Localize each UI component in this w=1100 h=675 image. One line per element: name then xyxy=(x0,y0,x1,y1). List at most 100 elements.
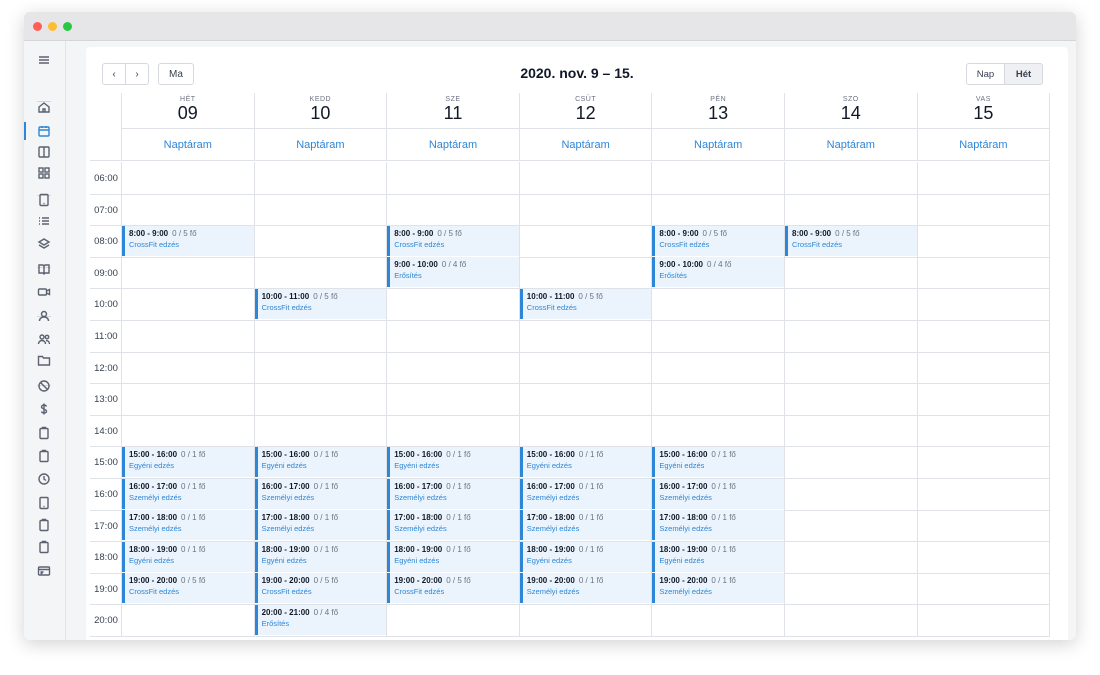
calendar-event[interactable]: 18:00 - 19:00 0 / 1 fő Egyéni edzés xyxy=(122,541,254,572)
event-name: Személyi edzés xyxy=(394,492,447,502)
columns-icon[interactable] xyxy=(37,145,51,159)
event-time: 16:00 - 17:00 xyxy=(261,481,310,491)
tablet-icon[interactable] xyxy=(37,496,51,510)
hour-label: 15:00 xyxy=(94,457,118,469)
day-header: CSÜT 12 xyxy=(519,93,653,129)
event-time: 8:00 - 9:00 xyxy=(792,228,832,238)
event-capacity: 0 / 5 fő xyxy=(181,576,206,586)
event-capacity: 0 / 5 fő xyxy=(446,576,471,586)
calendar-event[interactable]: 10:00 - 11:00 0 / 5 fő CrossFit edzés xyxy=(254,288,387,319)
event-name: Egyéni edzés xyxy=(261,460,307,470)
event-name: Személyi edzés xyxy=(261,524,315,534)
calendar-event[interactable]: 18:00 - 19:00 0 / 1 fő Egyéni edzés xyxy=(519,541,652,572)
event-capacity: 0 / 5 fő xyxy=(313,576,339,586)
event-name: Egyéni edzés xyxy=(526,460,572,470)
day-view-button[interactable]: Nap xyxy=(966,63,1005,85)
minimize-window-button[interactable] xyxy=(48,22,57,31)
maximize-window-button[interactable] xyxy=(63,22,72,31)
timetable-link[interactable]: Naptáram xyxy=(917,129,1051,161)
calendar-event[interactable]: 8:00 - 9:00 0 / 5 fő CrossFit edzés xyxy=(122,225,254,256)
calendar-event[interactable]: 16:00 - 17:00 0 / 1 fő Személyi edzés xyxy=(122,478,254,509)
calendar-event[interactable]: 18:00 - 19:00 0 / 1 fő Egyéni edzés xyxy=(652,541,784,572)
calendar-event[interactable]: 8:00 - 9:00 0 / 5 fő CrossFit edzés xyxy=(652,225,784,256)
folder-icon[interactable] xyxy=(37,353,51,367)
close-window-button[interactable] xyxy=(33,22,42,31)
event-capacity: 0 / 4 fő xyxy=(313,607,339,617)
event-capacity: 0 / 1 fő xyxy=(181,544,206,554)
calendar-panel: ‹ › Ma 2020. nov. 9 – 15. Nap Hét HÉT 09 N… xyxy=(86,47,1068,640)
tablet-icon[interactable] xyxy=(37,193,51,207)
timetable-link[interactable]: Naptáram xyxy=(387,129,520,161)
grid-icon[interactable] xyxy=(37,166,51,180)
clipboard-icon[interactable] xyxy=(37,518,51,532)
calendar-event[interactable]: 19:00 - 20:00 0 / 5 fő CrossFit edzés xyxy=(387,573,519,604)
day-gridline xyxy=(916,162,918,636)
hour-gridline xyxy=(90,604,1051,606)
calendar-event[interactable]: 19:00 - 20:00 0 / 5 fő CrossFit edzés xyxy=(122,573,254,604)
book-icon[interactable] xyxy=(37,262,51,276)
day-header: HÉT 09 xyxy=(122,93,255,129)
calendar-event[interactable]: 8:00 - 9:00 0 / 5 fő CrossFit edzés xyxy=(387,225,519,256)
day-number: 09 xyxy=(177,103,198,123)
calendar-event[interactable]: 10:00 - 11:00 0 / 5 fő CrossFit edzés xyxy=(519,288,652,319)
event-capacity: 0 / 1 fő xyxy=(181,481,206,491)
clock-icon[interactable] xyxy=(37,472,51,486)
calendar-event[interactable]: 9:00 - 10:00 0 / 4 fő Erősítés xyxy=(652,257,784,288)
week-view-button[interactable]: Hét xyxy=(1004,63,1043,85)
event-time: 10:00 - 11:00 xyxy=(261,291,310,301)
timetable-link[interactable]: Naptáram xyxy=(519,129,653,161)
calendar-event[interactable]: 20:00 - 21:00 0 / 4 fő Erősítés xyxy=(254,604,387,635)
app-window: ‹ › Ma 2020. nov. 9 – 15. Nap Hét HÉT 09 N… xyxy=(24,12,1076,640)
home-icon[interactable] xyxy=(37,100,51,114)
day-of-week: VAS xyxy=(975,96,991,103)
calendar-event[interactable]: 19:00 - 20:00 0 / 1 fő Személyi edzés xyxy=(519,573,652,604)
event-name: Személyi edzés xyxy=(659,587,712,597)
user-icon[interactable] xyxy=(37,309,51,323)
event-name: CrossFit edzés xyxy=(261,587,312,597)
video-icon[interactable] xyxy=(37,285,51,299)
timetable-link[interactable]: Naptáram xyxy=(254,129,388,161)
calendar-event[interactable]: 18:00 - 19:00 0 / 1 fő Egyéni edzés xyxy=(254,541,387,572)
clipboard-icon[interactable] xyxy=(37,426,51,440)
layers-icon[interactable] xyxy=(37,237,51,251)
event-time: 17:00 - 18:00 xyxy=(526,513,575,523)
calendar-event[interactable]: 19:00 - 20:00 0 / 1 fő Személyi edzés xyxy=(652,573,784,604)
hour-label: 17:00 xyxy=(94,520,118,532)
calendar-icon[interactable] xyxy=(37,124,51,138)
calendar-event[interactable]: 15:00 - 16:00 0 / 1 fő Egyéni edzés xyxy=(387,446,519,477)
calendar-event[interactable]: 15:00 - 16:00 0 / 1 fő Egyéni edzés xyxy=(652,446,784,477)
ban-icon[interactable] xyxy=(37,379,51,393)
hour-gridline xyxy=(90,636,1051,637)
clipboard-icon[interactable] xyxy=(37,540,51,554)
list-icon[interactable] xyxy=(37,214,51,228)
clipboard-icon[interactable] xyxy=(37,449,51,463)
calendar-event[interactable]: 17:00 - 18:00 0 / 1 fő Személyi edzés xyxy=(519,510,652,541)
event-name: CrossFit edzés xyxy=(129,587,180,597)
calendar-event[interactable]: 18:00 - 19:00 0 / 1 fő Egyéni edzés xyxy=(387,541,519,572)
calendar-event[interactable]: 16:00 - 17:00 0 / 1 fő Személyi edzés xyxy=(254,478,387,509)
calendar-event[interactable]: 16:00 - 17:00 0 / 1 fő Személyi edzés xyxy=(652,478,784,509)
event-capacity: 0 / 1 fő xyxy=(313,513,339,523)
timetable-link[interactable]: Naptáram xyxy=(785,129,918,161)
calendar-event[interactable]: 17:00 - 18:00 0 / 1 fő Személyi edzés xyxy=(387,510,519,541)
users-icon[interactable] xyxy=(37,332,51,346)
dollar-icon[interactable] xyxy=(37,402,51,416)
calendar-event[interactable]: 15:00 - 16:00 0 / 1 fő Egyéni edzés xyxy=(254,446,387,477)
timetable-link[interactable]: Naptáram xyxy=(652,129,785,161)
timetable-link[interactable]: Naptáram xyxy=(122,129,255,161)
calendar-event[interactable]: 16:00 - 17:00 0 / 1 fő Személyi edzés xyxy=(387,478,519,509)
calendar-event[interactable]: 8:00 - 9:00 0 / 5 fő CrossFit edzés xyxy=(785,225,917,256)
calendar-event[interactable]: 16:00 - 17:00 0 / 1 fő Személyi edzés xyxy=(519,478,652,509)
event-time: 10:00 - 11:00 xyxy=(526,291,575,301)
calendar-event[interactable]: 15:00 - 16:00 0 / 1 fő Egyéni edzés xyxy=(122,446,254,477)
calendar-event[interactable]: 17:00 - 18:00 0 / 1 fő Személyi edzés xyxy=(122,510,254,541)
menu-icon[interactable] xyxy=(37,53,51,67)
calendar-event[interactable]: 19:00 - 20:00 0 / 5 fő CrossFit edzés xyxy=(254,573,387,604)
id-card-icon[interactable] xyxy=(37,564,51,578)
calendar-event[interactable]: 9:00 - 10:00 0 / 4 fő Erősítés xyxy=(387,257,519,288)
calendar-event[interactable]: 17:00 - 18:00 0 / 1 fő Személyi edzés xyxy=(652,510,784,541)
calendar-event[interactable]: 15:00 - 16:00 0 / 1 fő Egyéni edzés xyxy=(519,446,652,477)
calendar-event[interactable]: 17:00 - 18:00 0 / 1 fő Személyi edzés xyxy=(254,510,387,541)
hour-gridline xyxy=(90,383,1051,385)
event-time: 17:00 - 18:00 xyxy=(129,513,178,523)
